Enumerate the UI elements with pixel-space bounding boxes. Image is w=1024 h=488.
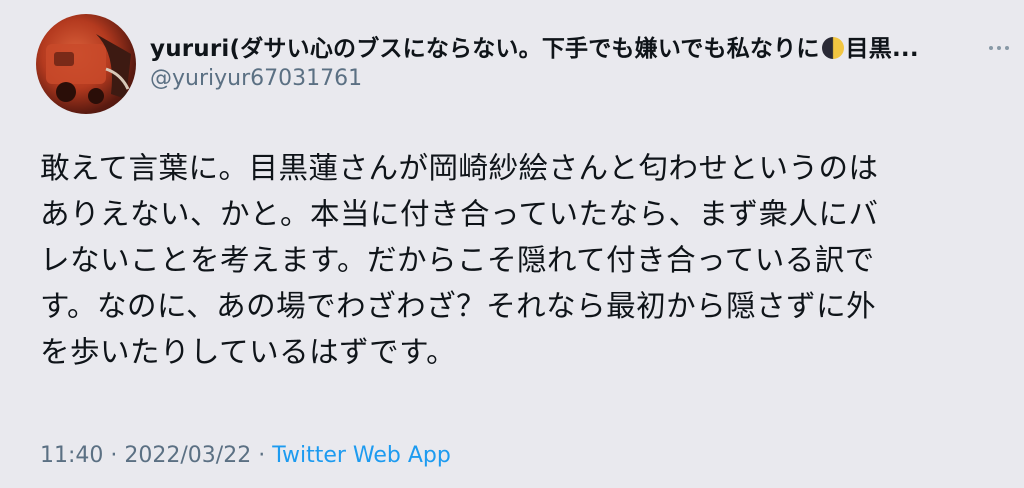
tweet-date[interactable]: 2022/03/22 xyxy=(124,443,251,468)
more-options-button[interactable] xyxy=(984,38,1014,58)
moon-icon xyxy=(821,37,844,59)
tweet-meta: 11:40 · 2022/03/22 · Twitter Web App xyxy=(40,443,451,468)
author-name-tail: 目黒... xyxy=(845,36,919,62)
more-dot-icon xyxy=(989,46,993,50)
avatar[interactable] xyxy=(36,14,136,114)
more-dot-icon xyxy=(1005,46,1009,50)
author-handle[interactable]: @yuriyur67031761 xyxy=(150,66,362,91)
tweet-line: レないことを考えます。だからこそ隠れて付き合っている訳で xyxy=(40,243,875,277)
tweet-text: 敢えて言葉に。目黒蓮さんが岡崎紗絵さんと匂わせというのは ありえない、かと。本当… xyxy=(40,145,1000,375)
tweet-source-link[interactable]: Twitter Web App xyxy=(272,443,451,468)
author-name[interactable]: yururi(ダサい心のブスにならない。下手でも嫌いでも私なりに 目黒... xyxy=(150,29,970,63)
tweet-line: を歩いたりしているはずです。 xyxy=(40,335,457,369)
meta-separator: · xyxy=(251,443,273,468)
tweet-card: yururi(ダサい心のブスにならない。下手でも嫌いでも私なりに 目黒... @y… xyxy=(0,0,1024,488)
more-dot-icon xyxy=(997,46,1001,50)
tweet-line: す。なのに、あの場でわざわざ？それなら最初から隠さずに外 xyxy=(40,289,877,323)
author-name-text: yururi(ダサい心のブスにならない。下手でも嫌いでも私なりに xyxy=(150,36,820,62)
tweet-time[interactable]: 11:40 xyxy=(40,443,103,468)
tweet-line: ありえない、かと。本当に付き合っていたなら、まず衆人にバ xyxy=(40,197,879,231)
tweet-line: 敢えて言葉に。目黒蓮さんが岡崎紗絵さんと匂わせというのは xyxy=(40,151,879,185)
meta-separator: · xyxy=(103,443,125,468)
